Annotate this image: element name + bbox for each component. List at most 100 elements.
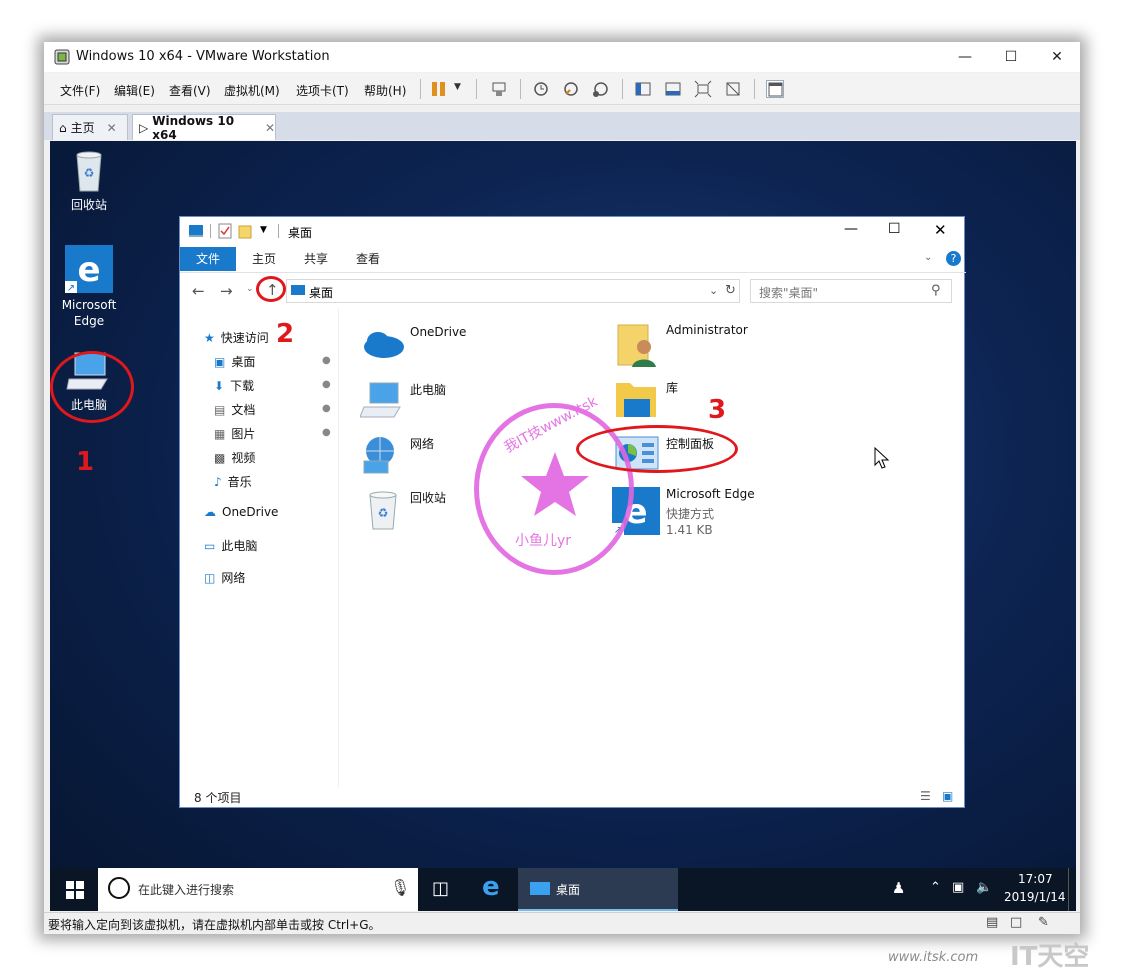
quick-access-toolbar-dropdown-icon[interactable]: ▼	[260, 225, 267, 235]
new-folder-icon[interactable]	[238, 223, 252, 239]
file-label: Administrator	[666, 323, 748, 337]
explorer-close-button[interactable]: ✕	[934, 221, 947, 239]
pause-dropdown-icon[interactable]: ▼	[454, 82, 461, 92]
pin-icon[interactable]: ●	[322, 355, 331, 366]
network-adapter-icon[interactable]: □	[1010, 915, 1022, 930]
nav-item-documents[interactable]: ▤ 文档	[214, 401, 255, 418]
nav-item-label: 下载	[230, 379, 255, 393]
help-icon[interactable]: ?	[946, 251, 961, 266]
taskbar-edge-icon[interactable]: e	[482, 872, 500, 902]
annotation-number: 1	[76, 447, 95, 477]
microphone-icon[interactable]: 🎙	[390, 878, 410, 897]
properties-icon[interactable]	[218, 223, 232, 239]
item-count: 8 个项目	[194, 791, 242, 805]
minimize-button[interactable]: —	[942, 42, 988, 72]
nav-network[interactable]: ◫ 网络	[204, 569, 245, 586]
nav-item-music[interactable]: ♪ 音乐	[214, 473, 252, 490]
send-ctrl-alt-del-icon[interactable]	[490, 80, 508, 98]
details-view-icon[interactable]: ☰	[920, 789, 931, 803]
nav-item-downloads[interactable]: ⬇ 下载	[214, 377, 254, 394]
volume-muted-icon[interactable]: 🔈	[976, 880, 992, 895]
thumbnail-bar-icon[interactable]	[664, 80, 682, 98]
minimize-icon: —	[958, 49, 972, 65]
show-desktop-button[interactable]	[1068, 868, 1074, 911]
explorer-minimize-button[interactable]: —	[844, 221, 858, 237]
file-item-onedrive[interactable]: OneDrive	[360, 325, 540, 369]
forward-arrow-icon[interactable]: →	[220, 282, 233, 300]
ribbon-tab-home[interactable]: 主页	[252, 250, 276, 267]
large-icons-view-icon[interactable]: ▣	[942, 789, 953, 803]
network-disconnected-icon[interactable]: ▣	[952, 880, 964, 895]
desktop-icon-edge[interactable]: e ↗ Microsoft Edge	[54, 245, 124, 329]
menu-help[interactable]: 帮助(H)	[364, 82, 406, 99]
message-log-icon[interactable]: ✎	[1038, 915, 1049, 930]
library-view-icon[interactable]	[634, 80, 652, 98]
file-item-administrator[interactable]: Administrator	[614, 323, 814, 369]
console-view-icon[interactable]	[766, 80, 784, 98]
taskbar-search-box[interactable]: 在此键入进行搜索 🎙	[98, 868, 418, 911]
tab-vm[interactable]: ▷ Windows 10 x64 ✕	[132, 114, 276, 142]
tab-home-label: 主页	[70, 121, 95, 135]
revert-snapshot-icon[interactable]	[562, 80, 580, 98]
mouse-cursor-icon	[874, 447, 890, 469]
taskbar-search-placeholder: 在此键入进行搜索	[138, 883, 235, 897]
maximize-button[interactable]: ☐	[988, 42, 1034, 72]
nav-item-videos[interactable]: ▩ 视频	[214, 449, 255, 466]
desktop-icon-recycle-bin[interactable]: ♻ 回收站	[54, 149, 124, 213]
cortana-icon	[108, 877, 130, 899]
tray-expand-icon[interactable]: ⌃	[930, 880, 941, 895]
close-button[interactable]: ✕	[1034, 42, 1080, 72]
nav-this-pc[interactable]: ▭ 此电脑	[204, 537, 257, 554]
address-dropdown-icon[interactable]: ⌄	[709, 284, 718, 297]
recycle-bin-icon: ♻	[369, 491, 397, 530]
ribbon-tab-share[interactable]: 共享	[304, 250, 328, 267]
file-explorer-window: ▼ 桌面 — ☐ ✕ 文件 主页 共享 查看 ⌄ ? ← → ⌄ ↑ 桌面 ⌄	[179, 216, 966, 808]
vmware-status-bar: 要将输入定向到该虚拟机，请在虚拟机内部单击或按 Ctrl+G。 ▤ □ ✎	[44, 912, 1080, 934]
file-size: 1.41 KB	[666, 523, 713, 537]
menu-view[interactable]: 查看(V)	[169, 82, 211, 99]
menu-edit[interactable]: 编辑(E)	[114, 82, 155, 99]
address-bar[interactable]: 桌面 ⌄ ↻	[286, 279, 740, 303]
back-arrow-icon[interactable]: ←	[192, 282, 205, 300]
vm-tab-icon: ▷	[139, 120, 149, 135]
tab-home[interactable]: ⌂ 主页 ✕	[52, 114, 128, 140]
pin-icon[interactable]: ●	[322, 379, 331, 390]
explorer-maximize-button[interactable]: ☐	[888, 221, 901, 237]
snapshot-manager-icon[interactable]	[592, 80, 610, 98]
clock-time[interactable]: 17:07	[1018, 872, 1053, 886]
unity-icon[interactable]	[724, 80, 742, 98]
nav-quick-access[interactable]: ★ 快速访问	[204, 329, 269, 346]
menu-file[interactable]: 文件(F)	[60, 82, 100, 99]
ribbon-expand-icon[interactable]: ⌄	[924, 252, 932, 263]
pause-icon[interactable]	[430, 80, 448, 98]
pin-icon[interactable]: ●	[322, 427, 331, 438]
people-icon[interactable]: ♟	[892, 879, 905, 897]
taskbar-app-desktop[interactable]: 桌面	[518, 868, 678, 911]
nav-item-pictures[interactable]: ▦ 图片	[214, 425, 255, 442]
refresh-icon[interactable]: ↻	[725, 283, 736, 298]
network-globe-icon	[363, 437, 394, 474]
hard-disk-icon[interactable]: ▤	[986, 915, 998, 930]
ribbon-tab-file[interactable]: 文件	[196, 250, 220, 267]
fullscreen-icon[interactable]	[694, 80, 712, 98]
clock-date[interactable]: 2019/1/14	[1004, 890, 1066, 904]
pin-icon[interactable]: ●	[322, 403, 331, 414]
menu-tabs[interactable]: 选项卡(T)	[296, 82, 349, 99]
ribbon-tab-view[interactable]: 查看	[356, 250, 380, 267]
tab-vm-close-icon[interactable]: ✕	[265, 121, 275, 135]
recent-locations-icon[interactable]: ⌄	[246, 284, 254, 294]
guest-desktop[interactable]: ♻ 回收站 e ↗ Microsoft Edge 此电脑 ▼ 桌面 — ☐ ✕ 文	[50, 141, 1076, 911]
tab-home-close-icon[interactable]: ✕	[107, 121, 117, 135]
windows-start-icon[interactable]	[66, 881, 84, 899]
vmware-window: Windows 10 x64 - VMware Workstation — ☐ …	[44, 42, 1080, 934]
task-view-icon[interactable]: ◫	[432, 878, 449, 899]
file-item-edge-shortcut[interactable]: e ↗ Microsoft Edge 快捷方式 1.41 KB	[612, 487, 814, 541]
desktop-icon-label: Microsoft Edge	[61, 298, 117, 328]
address-desktop-icon	[291, 285, 305, 295]
vmware-logo-icon	[54, 49, 70, 65]
menu-vm[interactable]: 虚拟机(M)	[224, 82, 280, 99]
snapshot-icon[interactable]	[532, 80, 550, 98]
nav-item-desktop[interactable]: ▣ 桌面	[214, 353, 255, 370]
search-box[interactable]: 搜索"桌面" ⚲	[750, 279, 952, 303]
nav-onedrive[interactable]: ☁ OneDrive	[204, 505, 278, 519]
